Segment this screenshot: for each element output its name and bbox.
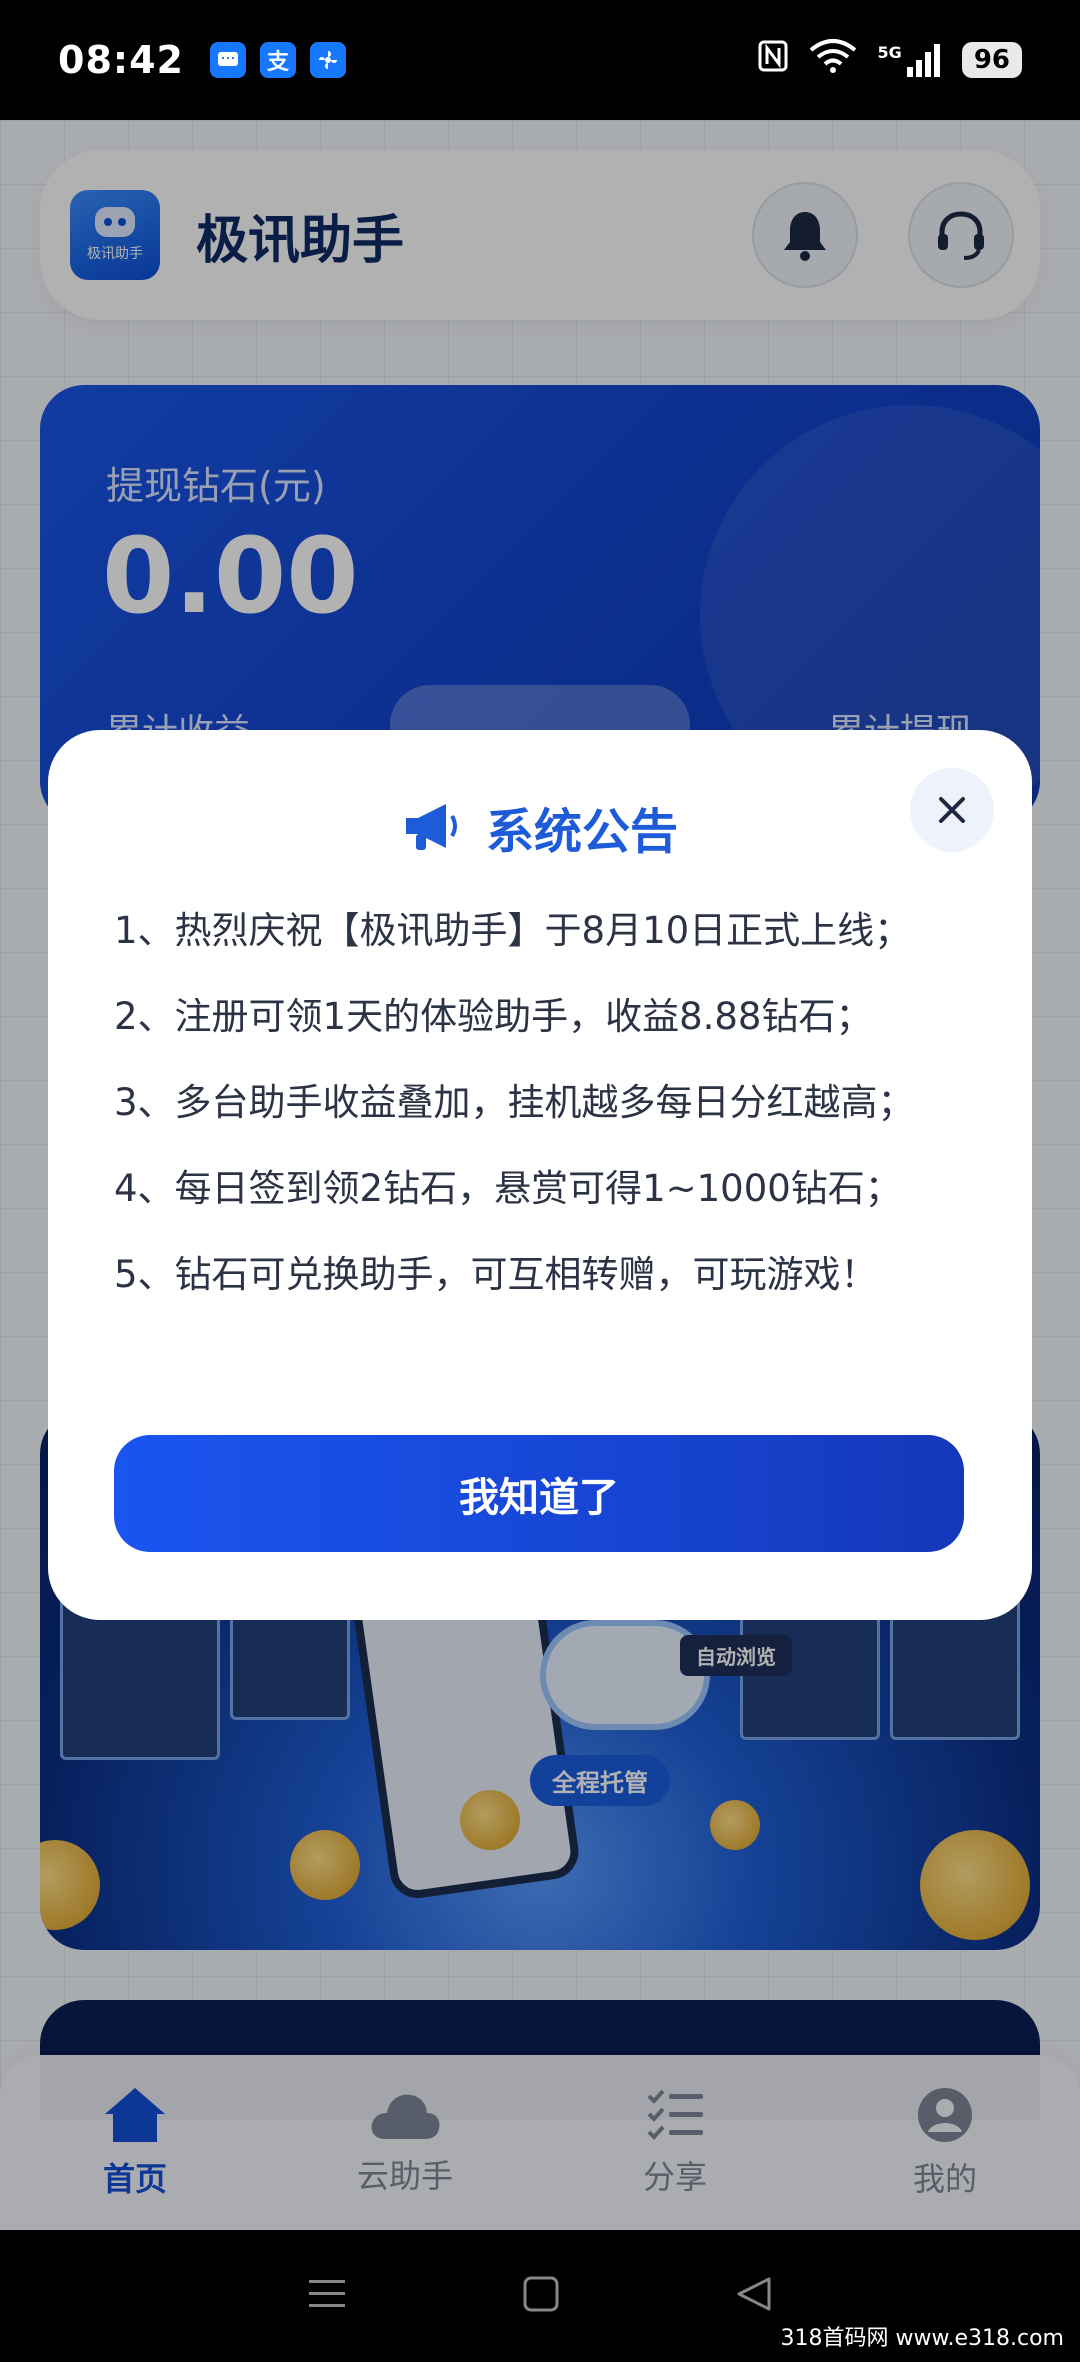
announcement-item: 2、注册可领1天的体验助手，收益8.88钻石； bbox=[114, 995, 873, 1038]
notification-icons: 支 bbox=[209, 42, 346, 78]
watermark: 318首码网 www.e318.com bbox=[774, 2318, 1070, 2354]
announcement-list: 1、热烈庆祝【极讯助手】于8月10日正式上线； 2、注册可领1天的体验助手，收益… bbox=[114, 898, 974, 1328]
status-time: 08:42 bbox=[58, 38, 184, 82]
acknowledge-button[interactable]: 我知道了 bbox=[114, 1435, 964, 1552]
wifi-icon bbox=[808, 38, 858, 82]
megaphone-icon bbox=[405, 804, 457, 850]
announcement-dialog: 系统公告 1、热烈庆祝【极讯助手】于8月10日正式上线； 2、注册可领1天的体验… bbox=[48, 730, 1032, 1620]
network-type: 5G bbox=[877, 43, 902, 62]
dialog-header: 系统公告 bbox=[48, 792, 1032, 862]
system-nav-bar: 318首码网 www.e318.com bbox=[0, 2230, 1080, 2362]
back-triangle-icon bbox=[737, 2277, 771, 2311]
cellular-signal-icon: 5G bbox=[878, 43, 942, 77]
nfc-icon bbox=[758, 40, 788, 80]
menu-icon bbox=[309, 2280, 346, 2307]
announcement-item: 5、钻石可兑换助手，可互相转赠，可玩游戏！ bbox=[114, 1253, 878, 1296]
battery-level: 96 bbox=[961, 42, 1022, 78]
announcement-item: 3、多台助手收益叠加，挂机越多每日分红越高； bbox=[114, 1081, 915, 1124]
announcement-item: 1、热烈庆祝【极讯助手】于8月10日正式上线； bbox=[114, 909, 912, 952]
status-right: 5G 96 bbox=[758, 38, 1022, 82]
alipay-icon: 支 bbox=[259, 42, 296, 78]
back-nav-button[interactable] bbox=[735, 2275, 773, 2317]
home-nav-button[interactable] bbox=[522, 2275, 560, 2317]
status-bar: 08:42 支 5G 96 bbox=[0, 0, 1080, 120]
square-icon bbox=[523, 2276, 559, 2312]
message-app-icon bbox=[209, 42, 246, 78]
fan-app-icon bbox=[309, 42, 346, 78]
announcement-item: 4、每日签到领2钻石，悬赏可得1~1000钻石； bbox=[114, 1167, 902, 1210]
menu-nav-button[interactable] bbox=[307, 2276, 347, 2316]
dialog-title: 系统公告 bbox=[485, 804, 678, 860]
